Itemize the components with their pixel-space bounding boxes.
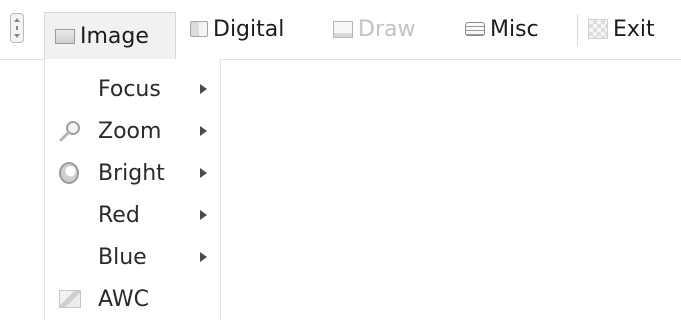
- menu-item-blue-label: Blue: [98, 244, 147, 270]
- menu-item-red-label: Red: [98, 202, 140, 228]
- menu-item-focus-label: Focus: [98, 76, 161, 102]
- menu-exit-label: Exit: [613, 16, 655, 42]
- menu-image-label: Image: [80, 24, 149, 49]
- menu-digital[interactable]: Digital: [190, 12, 284, 46]
- menu-item-bright-label: Bright: [98, 160, 165, 186]
- toolbar-grip-handle[interactable]: [10, 13, 24, 43]
- submenu-arrow-icon: [200, 210, 207, 220]
- menu-separator: [577, 14, 578, 46]
- digital-icon: [190, 21, 208, 37]
- menu-bar: Image Digital Draw Misc Exit: [0, 0, 681, 60]
- submenu-arrow-icon: [200, 168, 207, 178]
- menu-digital-label: Digital: [213, 16, 285, 42]
- menu-item-red[interactable]: Red: [45, 195, 222, 235]
- menu-item-zoom[interactable]: Zoom: [45, 111, 222, 151]
- menu-exit[interactable]: Exit: [588, 12, 655, 46]
- magnifier-icon: [59, 121, 80, 142]
- menu-misc-label: Misc: [490, 16, 539, 42]
- image-icon: [55, 29, 75, 44]
- menu-item-awc[interactable]: AWC: [45, 279, 222, 319]
- menu-item-focus[interactable]: Focus: [45, 69, 222, 109]
- menu-item-blue[interactable]: Blue: [45, 237, 222, 277]
- image-dropdown-menu: Focus Zoom Bright Red Blue AWC: [44, 59, 221, 320]
- menu-item-bright[interactable]: Bright: [45, 153, 222, 193]
- grip-dot-icon: [16, 26, 18, 30]
- submenu-arrow-icon: [200, 252, 207, 262]
- menu-item-zoom-label: Zoom: [98, 118, 162, 144]
- submenu-arrow-icon: [200, 84, 207, 94]
- exit-icon: [588, 19, 608, 39]
- menu-draw-label: Draw: [358, 16, 416, 42]
- awc-icon: [59, 290, 81, 308]
- grip-up-arrow-icon: [14, 18, 20, 22]
- submenu-arrow-icon: [200, 126, 207, 136]
- brightness-icon: [59, 162, 79, 184]
- draw-icon: [333, 20, 353, 38]
- grip-down-arrow-icon: [14, 34, 20, 38]
- misc-icon: [465, 22, 485, 36]
- menu-image[interactable]: Image: [44, 12, 176, 60]
- menu-item-awc-label: AWC: [98, 286, 149, 312]
- menu-draw[interactable]: Draw: [333, 12, 415, 46]
- menu-misc[interactable]: Misc: [465, 12, 539, 46]
